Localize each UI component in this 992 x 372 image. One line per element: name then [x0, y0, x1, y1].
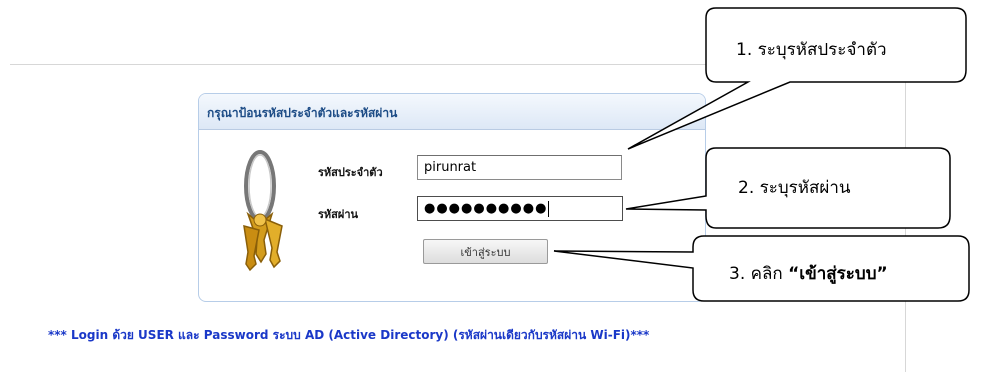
- password-input[interactable]: ●●●●●●●●●●: [417, 196, 623, 221]
- callout-step-3-prefix: 3. คลิก: [729, 264, 789, 284]
- text-caret: [548, 200, 550, 217]
- user-id-value: pirunrat: [424, 160, 477, 175]
- password-label: รหัสผ่าน: [318, 208, 359, 221]
- password-value: ●●●●●●●●●●: [424, 201, 548, 216]
- panel-title: กรุณาป้อนรหัสประจำตัวและรหัสผ่าน: [207, 106, 398, 120]
- callout-step-1: 1. ระบุรหัสประจำตัว: [736, 40, 887, 60]
- key-icon: [243, 150, 283, 272]
- callout-step-3: 3. คลิก “เข้าสู่ระบบ”: [729, 260, 888, 287]
- callout-step-2: 2. ระบุรหัสผ่าน: [738, 178, 851, 198]
- footer-note: *** Login ด้วย USER และ Password ระบบ AD…: [48, 328, 650, 342]
- callout-step-3-action: “เข้าสู่ระบบ”: [788, 264, 888, 284]
- login-button[interactable]: เข้าสู่ระบบ: [423, 239, 548, 264]
- user-id-input[interactable]: pirunrat: [417, 155, 622, 180]
- panel-header: กรุณาป้อนรหัสประจำตัวและรหัสผ่าน: [199, 94, 705, 130]
- user-id-label: รหัสประจำตัว: [318, 166, 383, 179]
